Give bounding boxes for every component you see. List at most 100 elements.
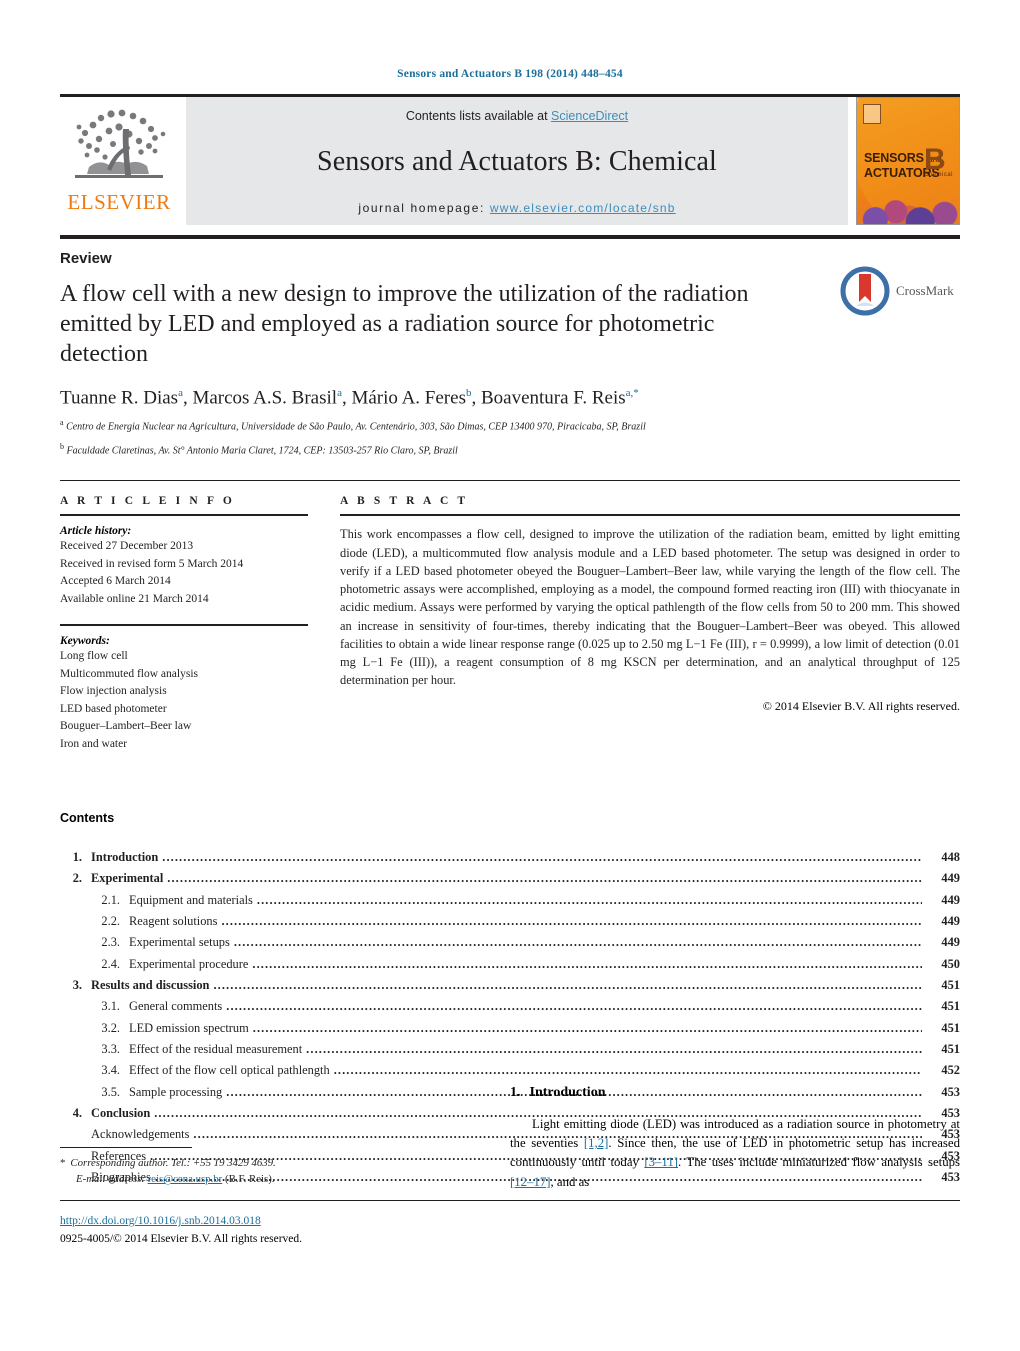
toc-number: 1.: [72, 850, 82, 865]
journal-article-first-page: Sensors and Actuators B 198 (2014) 448–4…: [0, 0, 1020, 1351]
toc-page-number: 448: [941, 850, 960, 865]
toc-number: 2.1.: [101, 892, 120, 907]
toc-leader-dots: ........................................…: [333, 1063, 922, 1078]
email-owner: (B.F. Reis).: [224, 1173, 275, 1186]
toc-page-number: 451: [941, 1020, 960, 1035]
keyword-item: Multicommuted flow analysis: [60, 667, 198, 680]
crossmark-badge[interactable]: CrossMark: [840, 264, 960, 318]
cover-corner-mark-icon: [863, 104, 881, 124]
toc-row[interactable]: 3.4. Effect of the flow cell optical path…: [60, 1060, 960, 1081]
toc-number: 3.4.: [101, 1063, 120, 1078]
toc-label: Effect of the flow cell optical pathleng…: [129, 1063, 330, 1078]
contents-available-prefix: Contents lists available at: [405, 109, 552, 123]
journal-title: Sensors and Actuators B: Chemical: [317, 146, 717, 177]
toc-label: Experimental: [91, 871, 164, 886]
footnote-column: * Corresponding author. Tel.: +55 19 3429…: [60, 1085, 478, 1285]
article-info-heading: A R T I C L E I N F O: [60, 495, 235, 508]
toc-page-number: 449: [941, 871, 960, 886]
toc-row[interactable]: 2. Experimental..........................…: [60, 868, 960, 889]
toc-label: Results and discussion: [91, 978, 210, 993]
introduction-heading: 1. Introduction: [510, 1085, 960, 1101]
abstract-copyright: © 2014 Elsevier B.V. All rights reserved…: [762, 699, 960, 714]
article-title: A flow cell with a new design to improve…: [60, 281, 749, 368]
citation-ref-1-2[interactable]: [1,2]: [584, 1136, 609, 1150]
toc-number: 3.3.: [101, 1042, 120, 1057]
title-block: Review A flow cell with a new design to …: [60, 250, 960, 370]
citation-ref-12-17[interactable]: [12–17]: [510, 1175, 551, 1189]
cover-sub: Chemical: [923, 172, 953, 178]
article-type-label: Review: [60, 250, 112, 267]
toc-label: Reagent solutions: [129, 914, 218, 929]
masthead-bottom-rule: [60, 235, 960, 239]
toc-label: Equipment and materials: [129, 892, 253, 907]
citation-ref-3-11[interactable]: [3–11]: [644, 1155, 678, 1169]
email-link[interactable]: reis@cena.usp.br: [148, 1173, 223, 1185]
affiliation-b: b Faculdade Claretinas, Av. St° Antonio …: [60, 441, 960, 459]
keyword-item: Long flow cell: [60, 650, 128, 663]
journal-masthead: ELSEVIER Contents lists available at Sci…: [60, 94, 960, 225]
toc-number: 2.: [72, 871, 82, 886]
toc-page-number: 449: [941, 914, 960, 929]
keywords-list: Long flow cell Multicommuted flow analys…: [60, 648, 308, 753]
intro-part-4: , and as: [550, 1174, 590, 1189]
toc-row[interactable]: 1. Introduction..........................…: [60, 847, 960, 868]
footnote-rule: [60, 1147, 192, 1148]
toc-page-number: 451: [941, 1042, 960, 1057]
cover-line-1: SENSORS: [864, 151, 924, 165]
affiliation-mark-a: a: [60, 417, 64, 427]
toc-page-number: 450: [941, 956, 960, 971]
issn-copyright-line: 0925-4005/© 2014 Elsevier B.V. All right…: [60, 1232, 303, 1245]
toc-row[interactable]: 2.2. Reagent solutions...................…: [60, 911, 960, 932]
toc-number: 3.1.: [101, 999, 120, 1014]
corresponding-text: Corresponding author. Tel.: +55 19 3429 …: [70, 1157, 276, 1169]
corresponding-star: *: [60, 1157, 66, 1169]
affiliation-text-a: Centro de Energia Nuclear na Agricultura…: [66, 421, 646, 433]
toc-label: Introduction: [91, 850, 159, 865]
toc-leader-dots: ........................................…: [162, 850, 922, 865]
toc-number: 2.2.: [101, 914, 120, 929]
doi-link[interactable]: http://dx.doi.org/10.1016/j.snb.2014.03.…: [60, 1215, 261, 1227]
keywords-rule: [60, 624, 308, 627]
toc-label: Effect of the residual measurement: [129, 1042, 303, 1057]
keywords-title: Keywords:: [60, 635, 110, 648]
intro-part-3: . The uses include miniaturized flow ana…: [678, 1155, 961, 1170]
toc-label: General comments: [129, 999, 223, 1014]
introduction-column: 1. Introduction Light emitting diode (LED…: [510, 1085, 960, 1285]
keyword-item: Flow injection analysis: [60, 685, 167, 698]
toc-number: 3.: [72, 978, 82, 993]
toc-leader-dots: ........................................…: [226, 999, 922, 1014]
abstract-column: A B S T R A C T This work encompasses a …: [340, 495, 960, 753]
article-history-list: Received 27 December 2013 Received in re…: [60, 538, 308, 608]
toc-page-number: 451: [941, 978, 960, 993]
toc-page-number: 449: [941, 892, 960, 907]
toc-label: Experimental setups: [129, 935, 230, 950]
toc-leader-dots: ........................................…: [252, 956, 922, 971]
toc-row[interactable]: 3.2. LED emission spectrum...............…: [60, 1018, 960, 1039]
journal-homepage-link[interactable]: www.elsevier.com/locate/snb: [490, 201, 676, 215]
keyword-item: Bouguer–Lambert–Beer law: [60, 720, 192, 733]
toc-leader-dots: ........................................…: [213, 978, 922, 993]
keywords-block: Keywords: Long flow cell Multicommuted f…: [60, 624, 308, 753]
toc-row[interactable]: 2.4. Experimental procedure..............…: [60, 954, 960, 975]
toc-row[interactable]: 2.1. Equipment and materials.............…: [60, 890, 960, 911]
sciencedirect-link[interactable]: ScienceDirect: [551, 109, 628, 123]
toc-leader-dots: ........................................…: [252, 1020, 922, 1035]
journal-homepage-label: journal homepage:: [358, 201, 490, 215]
toc-number: 2.3.: [101, 935, 120, 950]
journal-band: Contents lists available at ScienceDirec…: [186, 97, 848, 225]
crossmark-icon: [840, 266, 890, 316]
toc-row[interactable]: 3. Results and discussion................…: [60, 975, 960, 996]
abstract-rule: [340, 514, 960, 517]
toc-leader-dots: ........................................…: [167, 871, 922, 886]
article-info-rule: [60, 514, 308, 517]
corresponding-author-note: * Corresponding author. Tel.: +55 19 3429…: [60, 1155, 478, 1187]
toc-row[interactable]: 3.1. General comments....................…: [60, 996, 960, 1017]
cover-series-letter: B Chemical: [923, 145, 953, 179]
toc-row[interactable]: 2.3. Experimental setups.................…: [60, 932, 960, 953]
toc-row[interactable]: 3.3. Effect of the residual measurement..…: [60, 1039, 960, 1060]
affiliation-text-b: Faculdade Claretinas, Av. St° Antonio Ma…: [66, 444, 458, 456]
toc-leader-dots: ........................................…: [233, 935, 922, 950]
journal-homepage-line: journal homepage: www.elsevier.com/locat…: [358, 201, 675, 215]
cover-blob-decoration: [857, 180, 959, 224]
introduction-title: Introduction: [529, 1085, 606, 1100]
